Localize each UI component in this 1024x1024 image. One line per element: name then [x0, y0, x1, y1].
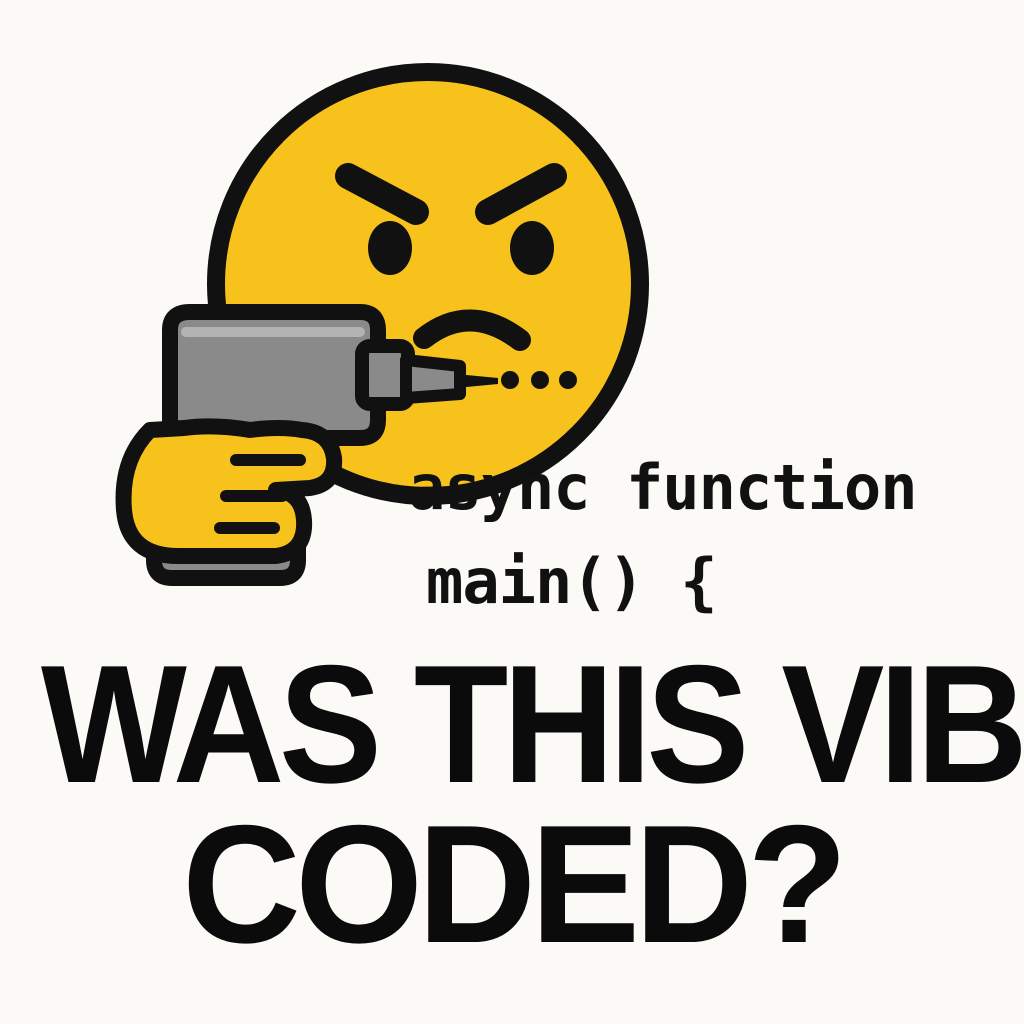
- hand-icon: [115, 418, 343, 564]
- code-text-line-1: async function: [408, 451, 918, 524]
- drill-dots: [501, 371, 577, 389]
- code-text-line-2: main() {: [426, 545, 718, 618]
- headline-line-1: WAS THIS VIBE: [40, 630, 1024, 818]
- right-eye: [510, 221, 554, 275]
- headline-line-2: CODED?: [182, 790, 848, 978]
- meme-canvas: async function main() { WAS THIS VIBE CO…: [0, 0, 1024, 1024]
- left-eye: [368, 221, 412, 275]
